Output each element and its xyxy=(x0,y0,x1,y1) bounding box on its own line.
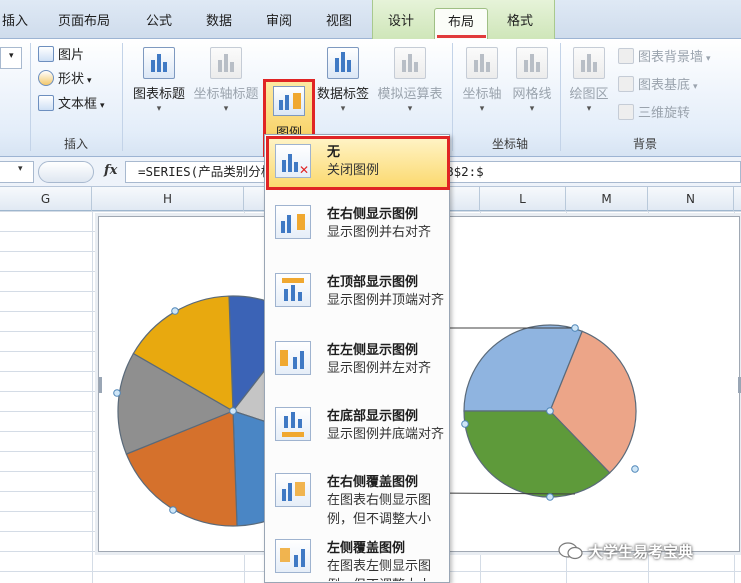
chevron-down-icon: ▾ xyxy=(693,82,698,92)
legend-overlay-left-icon xyxy=(275,539,311,573)
group-separator xyxy=(122,43,123,151)
selection-handle[interactable] xyxy=(171,307,179,315)
chevron-down-icon: ▾ xyxy=(156,104,162,114)
group-label-axes: 坐标轴 xyxy=(491,137,528,151)
chart-wall-icon xyxy=(618,48,634,64)
textbox-icon xyxy=(38,95,54,111)
data-labels-icon xyxy=(327,47,359,79)
shapes-icon xyxy=(38,70,54,86)
gridlines-button[interactable]: 网格线 ▾ xyxy=(508,47,556,114)
selection-handle[interactable] xyxy=(571,324,579,332)
data-labels-button[interactable]: 数据标签 ▾ xyxy=(316,47,370,114)
3d-rotation-button[interactable]: 三维旋转 xyxy=(618,103,690,125)
chart-title-button[interactable]: 图表标题 ▾ xyxy=(128,47,190,114)
chevron-down-icon: ▾ xyxy=(9,51,14,61)
chart-title-icon xyxy=(143,47,175,79)
group-separator xyxy=(452,43,453,151)
column-header-g[interactable]: G xyxy=(0,187,92,211)
group-label-background: 背景 xyxy=(632,137,657,151)
active-tab-underline xyxy=(437,35,486,38)
chart-wall-button[interactable]: 图表背景墙 ▾ xyxy=(618,47,711,69)
chart-resize-grip[interactable] xyxy=(99,377,102,393)
shapes-button[interactable]: 形状 ▾ xyxy=(38,69,92,91)
fx-icon[interactable]: fx xyxy=(104,163,117,178)
legend-option-left[interactable]: 在左侧显示图例 显示图例并左对齐 xyxy=(267,335,447,401)
chart-floor-button[interactable]: 图表基底 ▾ xyxy=(618,75,698,97)
legend-dropdown-menu: ✕ 无 关闭图例 在右侧显示图例 显示图例并右对齐 在顶部显示图例 显示图例并顶… xyxy=(264,134,450,583)
legend-top-icon xyxy=(275,273,311,307)
tab-view[interactable]: 视图 xyxy=(316,8,362,39)
chevron-down-icon: ▾ xyxy=(407,104,413,114)
tab-formulas[interactable]: 公式 xyxy=(136,8,182,39)
chevron-down-icon: ▾ xyxy=(479,104,485,114)
name-box[interactable]: ▾ xyxy=(0,161,34,183)
legend-option-bottom[interactable]: 在底部显示图例 显示图例并底端对齐 xyxy=(267,401,447,467)
data-table-icon xyxy=(394,47,426,79)
legend-option-right[interactable]: 在右侧显示图例 显示图例并右对齐 xyxy=(267,199,447,265)
selection-handle[interactable] xyxy=(631,465,639,473)
legend-option-top[interactable]: 在顶部显示图例 显示图例并顶端对齐 xyxy=(267,267,447,333)
formula-bar-resize-handle[interactable] xyxy=(38,161,94,183)
group-separator xyxy=(30,43,31,151)
plot-area-button[interactable]: 绘图区 ▾ xyxy=(564,47,614,114)
tab-insert[interactable]: 插入 xyxy=(0,8,30,39)
watermark: 大学生易考宝典 xyxy=(558,540,738,564)
ribbon-tab-bar: 插入 页面布局 公式 数据 审阅 视图 设计 布局 格式 xyxy=(0,0,741,39)
chevron-down-icon: ▾ xyxy=(586,104,592,114)
legend-option-overlay-left[interactable]: 左侧覆盖图例 在图表左侧显示图例，但不调整大小 xyxy=(267,533,447,581)
tab-format[interactable]: 格式 xyxy=(494,8,546,39)
tab-page-layout[interactable]: 页面布局 xyxy=(42,8,126,39)
tab-design[interactable]: 设计 xyxy=(378,8,424,39)
chevron-down-icon: ▾ xyxy=(18,164,23,174)
chevron-down-icon: ▾ xyxy=(87,76,92,86)
picture-button[interactable]: 图片 xyxy=(38,45,84,67)
column-header-l[interactable]: L xyxy=(480,187,566,211)
selection-handle[interactable] xyxy=(169,506,177,514)
legend-option-overlay-right[interactable]: 在右侧覆盖图例 在图表右侧显示图例，但不调整大小 xyxy=(267,467,447,533)
axis-title-icon xyxy=(210,47,242,79)
picture-icon xyxy=(38,46,54,62)
legend-overlay-right-icon xyxy=(275,473,311,507)
column-header-n[interactable]: N xyxy=(648,187,734,211)
chevron-down-icon: ▾ xyxy=(223,104,229,114)
legend-option-none[interactable]: ✕ 无 关闭图例 xyxy=(266,136,450,190)
chevron-down-icon: ▾ xyxy=(706,54,711,64)
tab-data[interactable]: 数据 xyxy=(196,8,242,39)
chevron-down-icon: ▾ xyxy=(340,104,346,114)
gridlines-icon xyxy=(516,47,548,79)
partial-dropdown[interactable]: ▾ xyxy=(0,47,22,69)
group-separator xyxy=(560,43,561,151)
legend-bottom-icon xyxy=(275,407,311,441)
chevron-down-icon: ▾ xyxy=(529,104,535,114)
legend-icon xyxy=(273,86,305,116)
selection-handle[interactable] xyxy=(113,389,121,397)
legend-left-icon xyxy=(275,341,311,375)
selection-handle[interactable] xyxy=(546,493,554,501)
axis-title-button[interactable]: 坐标轴标题 ▾ xyxy=(190,47,262,114)
chart-floor-icon xyxy=(618,76,634,92)
3d-rotation-icon xyxy=(618,104,634,120)
legend-right-icon xyxy=(275,205,311,239)
selection-handle[interactable] xyxy=(546,407,554,415)
tab-review[interactable]: 审阅 xyxy=(256,8,302,39)
selection-handle[interactable] xyxy=(461,420,469,428)
wechat-icon xyxy=(558,542,583,560)
group-label-insert: 插入 xyxy=(63,137,88,151)
selection-handle[interactable] xyxy=(229,407,237,415)
data-table-button[interactable]: 模拟运算表 ▾ xyxy=(374,47,446,114)
textbox-button[interactable]: 文本框 ▾ xyxy=(38,94,105,116)
column-header-h[interactable]: H xyxy=(92,187,244,211)
legend-none-icon: ✕ xyxy=(275,144,311,178)
axes-button[interactable]: 坐标轴 ▾ xyxy=(458,47,506,114)
chevron-down-icon: ▾ xyxy=(100,101,105,111)
plot-area-icon xyxy=(573,47,605,79)
axes-icon xyxy=(466,47,498,79)
column-header-m[interactable]: M xyxy=(566,187,648,211)
